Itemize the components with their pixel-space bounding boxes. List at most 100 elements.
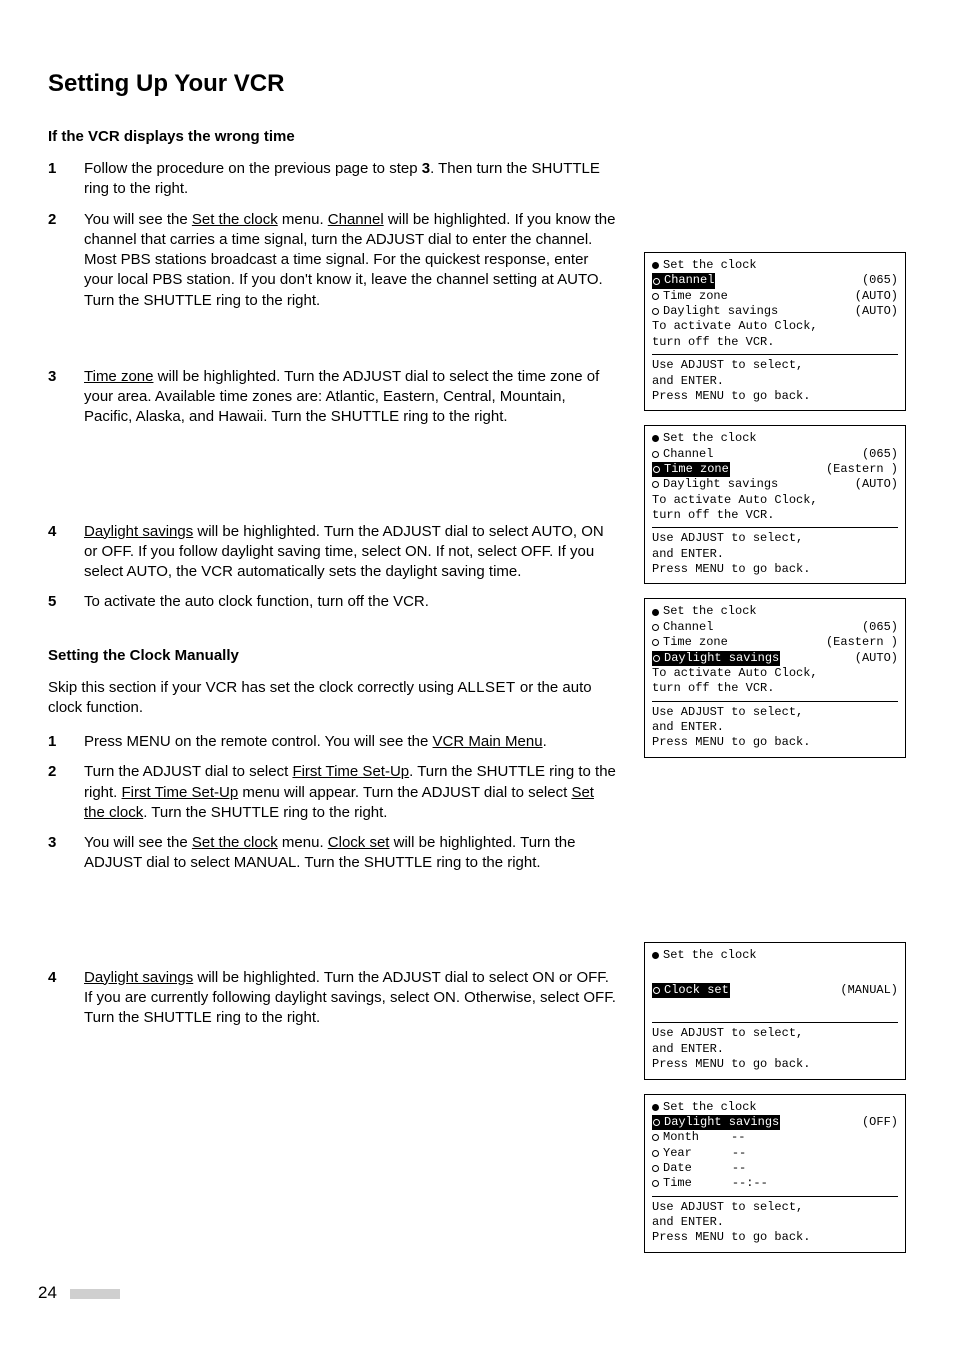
section-heading: If the VCR displays the wrong time xyxy=(48,128,616,145)
section-heading: Setting the Clock Manually xyxy=(48,647,616,664)
osd-screen-timezone: Set the clock Channel (065) Time zone (Eas… xyxy=(644,425,906,584)
osd-item-label: Daylight savings xyxy=(663,477,778,492)
osd-item-label: Month xyxy=(663,1130,699,1145)
manual-step-1: 1 Press MENU on the remote control. You … xyxy=(48,732,616,752)
step-body: Daylight savings will be highlighted. Tu… xyxy=(84,968,616,1029)
step-body: Time zone will be highlighted. Turn the … xyxy=(84,367,616,428)
osd-title: Set the clock xyxy=(663,604,757,619)
underline-text: Set the clock xyxy=(192,834,278,851)
osd-help: Press MENU to go back. xyxy=(652,389,898,404)
manual-step-4: 4 Daylight savings will be highlighted. … xyxy=(48,968,616,1029)
open-circle-icon xyxy=(652,451,659,458)
open-circle-icon xyxy=(653,1119,660,1126)
underline-text: Set the clock xyxy=(192,211,278,228)
osd-item-value: (065) xyxy=(862,273,898,288)
open-circle-icon xyxy=(653,655,660,662)
osd-text: turn off the VCR. xyxy=(652,681,898,696)
step-5: 5 To activate the auto clock function, t… xyxy=(48,592,616,612)
open-circle-icon xyxy=(652,1165,659,1172)
step-body: To activate the auto clock function, tur… xyxy=(84,592,616,612)
open-circle-icon xyxy=(652,1150,659,1157)
osd-help: and ENTER. xyxy=(652,1215,898,1230)
footer-bar xyxy=(70,1289,120,1299)
step-body: You will see the Set the clock menu. Clo… xyxy=(84,833,616,874)
manual-step-3: 3 You will see the Set the clock menu. C… xyxy=(48,833,616,874)
osd-item-label: Daylight savings xyxy=(664,651,779,666)
step-body: Turn the ADJUST dial to select First Tim… xyxy=(84,762,616,823)
osd-item-value: (065) xyxy=(862,620,898,635)
osd-item-label: Daylight savings xyxy=(663,304,778,319)
step-number: 1 xyxy=(48,732,66,752)
open-circle-icon xyxy=(652,293,659,300)
osd-item-value: (065) xyxy=(862,447,898,462)
filled-circle-icon xyxy=(652,262,659,269)
osd-item-label: Date xyxy=(663,1161,692,1176)
osd-text: To activate Auto Clock, xyxy=(652,493,898,508)
osd-text: To activate Auto Clock, xyxy=(652,319,898,334)
bold-text: 3 xyxy=(422,160,430,177)
text: Turn the ADJUST dial to select xyxy=(84,763,292,780)
step-3: 3 Time zone will be highlighted. Turn th… xyxy=(48,367,616,428)
osd-item-label: Channel xyxy=(663,447,713,462)
osd-title: Set the clock xyxy=(663,1100,757,1115)
osd-item-value: -- xyxy=(732,1146,746,1161)
step-body: You will see the Set the clock menu. Cha… xyxy=(84,210,616,311)
osd-item-label: Daylight savings xyxy=(664,1115,779,1130)
osd-item-value: -- xyxy=(731,1130,745,1145)
osd-item-label: Time xyxy=(663,1176,692,1191)
step-number: 4 xyxy=(48,968,66,1029)
open-circle-icon xyxy=(652,639,659,646)
osd-help: Use ADJUST to select, xyxy=(652,358,898,373)
osd-help: Use ADJUST to select, xyxy=(652,1200,898,1215)
manual-step-2: 2 Turn the ADJUST dial to select First T… xyxy=(48,762,616,823)
smallcaps-text: LLSET xyxy=(467,679,515,696)
filled-circle-icon xyxy=(652,609,659,616)
step-number: 3 xyxy=(48,833,66,874)
osd-item-label: Clock set xyxy=(664,983,729,998)
left-column: If the VCR displays the wrong time 1 Fol… xyxy=(48,128,616,1038)
open-circle-icon xyxy=(653,466,660,473)
osd-item-label: Time zone xyxy=(664,462,729,477)
step-number: 1 xyxy=(48,159,66,200)
osd-text: turn off the VCR. xyxy=(652,335,898,350)
underline-text: First Time Set-Up xyxy=(292,763,409,780)
osd-item-label: Time zone xyxy=(663,289,728,304)
osd-screen-dst: Set the clock Channel(065) Time zone(Eas… xyxy=(644,598,906,757)
text: Press MENU on the remote control. You wi… xyxy=(84,733,433,750)
open-circle-icon xyxy=(652,481,659,488)
osd-item-value: (AUTO) xyxy=(855,304,898,319)
text: menu. xyxy=(278,834,328,851)
filled-circle-icon xyxy=(652,952,659,959)
step-4: 4 Daylight savings will be highlighted. … xyxy=(48,522,616,583)
osd-item-value: (Eastern ) xyxy=(826,462,898,477)
osd-title: Set the clock xyxy=(663,431,757,446)
osd-help: Press MENU to go back. xyxy=(652,562,898,577)
text: Follow the procedure on the previous pag… xyxy=(84,160,422,177)
osd-item-value: (AUTO) xyxy=(855,289,898,304)
osd-help: and ENTER. xyxy=(652,1042,898,1057)
osd-text: To activate Auto Clock, xyxy=(652,666,898,681)
osd-text: turn off the VCR. xyxy=(652,508,898,523)
open-circle-icon xyxy=(653,987,660,994)
osd-help: Press MENU to go back. xyxy=(652,1057,898,1072)
page-number: 24 xyxy=(38,1283,57,1303)
underline-text: VCR Main Menu xyxy=(433,733,543,750)
underline-text: Clock set xyxy=(328,834,390,851)
step-2: 2 You will see the Set the clock menu. C… xyxy=(48,210,616,311)
open-circle-icon xyxy=(652,1180,659,1187)
right-column: Set the clock Channel (065) Time zone (AUT… xyxy=(644,128,906,1267)
osd-item-label: Time zone xyxy=(663,635,728,650)
step-number: 2 xyxy=(48,210,66,311)
osd-help: Use ADJUST to select, xyxy=(652,531,898,546)
underline-text: Daylight savings xyxy=(84,523,193,540)
step-number: 4 xyxy=(48,522,66,583)
underline-text: Daylight savings xyxy=(84,969,193,986)
step-body: Follow the procedure on the previous pag… xyxy=(84,159,616,200)
open-circle-icon xyxy=(652,624,659,631)
osd-title: Set the clock xyxy=(663,258,757,273)
open-circle-icon xyxy=(652,308,659,315)
step-number: 2 xyxy=(48,762,66,823)
step-number: 3 xyxy=(48,367,66,428)
intro-paragraph: Skip this section if your VCR has set th… xyxy=(48,678,616,719)
osd-item-label: Year xyxy=(663,1146,692,1161)
